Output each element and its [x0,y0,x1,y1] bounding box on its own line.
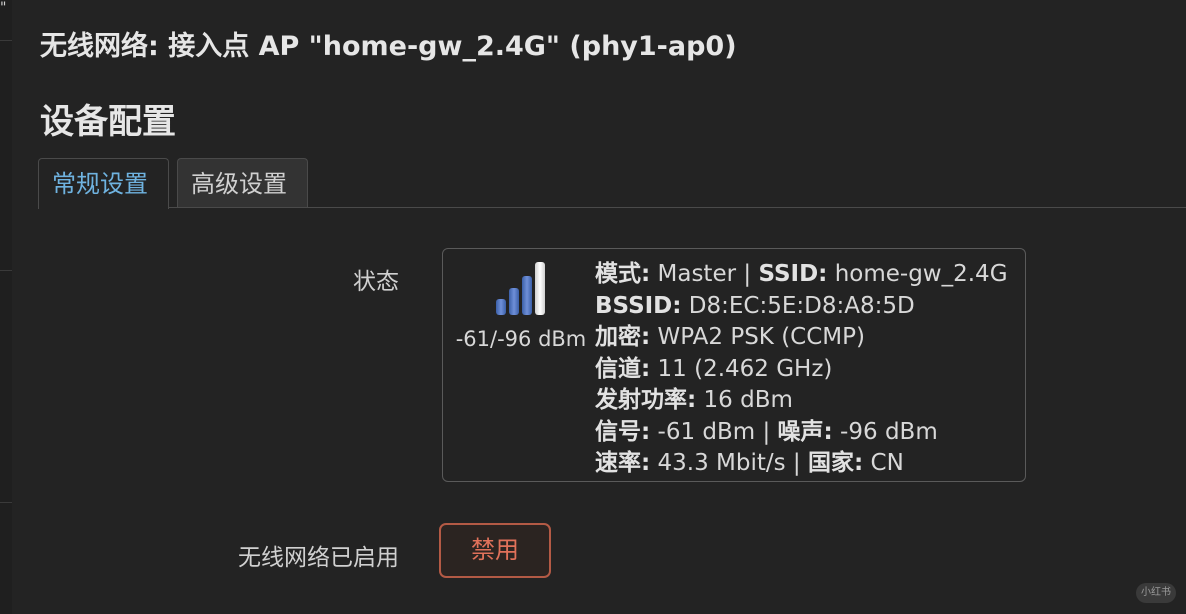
tab-advanced-settings[interactable]: 高级设置 [177,158,308,207]
encryption-value: WPA2 PSK (CCMP) [650,324,865,350]
rate-value: 43.3 Mbit/s | [650,450,808,476]
tx-power-key: 发射功率: [595,387,697,413]
signal-strength-icon [496,262,545,315]
watermark: 小红书 [1136,583,1176,603]
ssid-value: home-gw_2.4G [827,261,1008,287]
signal-bar-3 [522,276,532,315]
config-panel: 无线网络: 接入点 AP "home-gw_2.4G" (phy1-ap0) 设… [12,0,1186,614]
left-edge-strip: " [0,0,12,614]
detail-row-tx-power: 发射功率: 16 dBm [595,385,1008,417]
signal-bar-1 [496,299,506,315]
strip-divider [0,270,12,271]
signal-bar-2 [509,288,519,315]
section-title: 设备配置 [40,102,176,142]
tab-divider [38,207,1186,208]
status-label: 状态 [353,269,399,295]
strip-divider [0,40,12,41]
detail-row-bssid: BSSID: D8:EC:5E:D8:A8:5D [595,291,1008,323]
bssid-key: BSSID: [595,292,682,319]
country-value: CN [863,450,904,476]
signal-dbm-text: -61/-96 dBm [455,327,587,351]
strip-divider [0,502,12,503]
signal-block: -61/-96 dBm [451,259,591,351]
signal-value: -61 dBm | [650,418,778,445]
channel-value: 11 (2.462 GHz) [650,355,833,382]
detail-row-rate-country: 速率: 43.3 Mbit/s | 国家: CN [595,448,1008,480]
page-title: 无线网络: 接入点 AP "home-gw_2.4G" (phy1-ap0) [40,31,737,62]
signal-bar-4 [535,262,545,315]
tx-power-value: 16 dBm [696,387,793,413]
mode-key: 模式: [595,261,651,287]
country-key: 国家: [808,450,864,476]
detail-row-channel: 信道: 11 (2.462 GHz) [595,354,1008,386]
tab-general-settings[interactable]: 常规设置 [38,158,169,209]
signal-key: 信号: [595,418,651,445]
ssid-key: SSID: [758,261,828,287]
noise-value: -96 dBm [832,418,938,445]
disable-button[interactable]: 禁用 [439,523,551,578]
channel-key: 信道: [595,355,651,382]
corner-fragment: " [0,0,7,16]
noise-key: 噪声: [777,418,833,445]
bssid-value: D8:EC:5E:D8:A8:5D [681,292,915,319]
status-details: 模式: Master | SSID: home-gw_2.4G BSSID: D… [595,259,1008,480]
wireless-enabled-label: 无线网络已启用 [238,545,399,571]
detail-row-signal-noise: 信号: -61 dBm | 噪声: -96 dBm [595,417,1008,449]
detail-row-encryption: 加密: WPA2 PSK (CCMP) [595,322,1008,354]
detail-row-mode-ssid: 模式: Master | SSID: home-gw_2.4G [595,259,1008,291]
status-box: -61/-96 dBm 模式: Master | SSID: home-gw_2… [442,248,1026,482]
rate-key: 速率: [595,450,651,476]
mode-value: Master | [650,261,759,287]
encryption-key: 加密: [595,324,651,350]
